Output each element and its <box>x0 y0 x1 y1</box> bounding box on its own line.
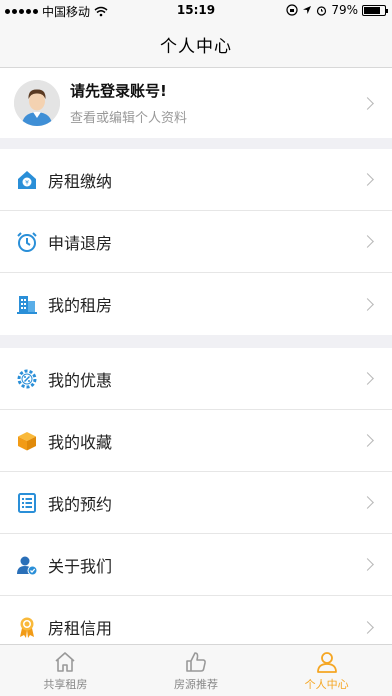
menu-item-discounts[interactable]: 我的优惠 <box>0 348 392 410</box>
menu-item-about-us[interactable]: 关于我们 <box>0 534 392 596</box>
tab-personal-center[interactable]: 个人中心 <box>261 645 392 696</box>
chevron-right-icon <box>361 96 374 110</box>
menu-item-label: 关于我们 <box>48 556 113 576</box>
list-document-icon <box>16 492 38 514</box>
battery-icon <box>362 4 388 16</box>
battery-percent: 79% <box>331 3 358 17</box>
menu-item-label: 我的收藏 <box>48 432 113 452</box>
avatar <box>14 80 60 126</box>
building-icon <box>16 293 38 315</box>
chevron-right-icon <box>361 434 374 447</box>
location-arrow-icon <box>303 6 312 14</box>
chevron-right-icon <box>361 235 374 248</box>
menu-item-label: 我的优惠 <box>48 370 113 390</box>
menu-item-label: 房租信用 <box>48 619 113 638</box>
menu-item-my-rentals[interactable]: 我的租房 <box>0 273 392 335</box>
chevron-right-icon <box>361 558 374 571</box>
tab-label: 共享租房 <box>43 677 88 691</box>
award-badge-icon <box>16 616 38 638</box>
menu-item-rent-payment[interactable]: ¥ 房租缴纳 <box>0 149 392 211</box>
menu-item-appointments[interactable]: 我的预约 <box>0 472 392 534</box>
tab-shared-rental[interactable]: 共享租房 <box>0 645 131 696</box>
alarm-clock-icon <box>16 231 38 253</box>
menu-item-label: 我的预约 <box>48 494 113 514</box>
menu-item-label: 我的租房 <box>48 296 113 315</box>
house-yen-icon: ¥ <box>16 169 38 191</box>
chevron-right-icon <box>361 173 374 186</box>
rotation-lock-icon <box>286 4 298 16</box>
discount-gear-icon <box>16 368 38 390</box>
menu-group-personal: 我的优惠 我的收藏 我的预约 关于我们 房租信用 <box>0 348 392 658</box>
menu-item-checkout[interactable]: 申请退房 <box>0 211 392 273</box>
person-icon <box>316 651 337 673</box>
tab-label: 个人中心 <box>304 677 349 691</box>
profile-row[interactable]: 请先登录账号! 查看或编辑个人资料 <box>0 68 392 138</box>
svg-text:¥: ¥ <box>25 179 29 186</box>
home-icon <box>55 651 75 672</box>
chevron-right-icon <box>361 372 374 385</box>
tab-recommendations[interactable]: 房源推荐 <box>131 645 262 696</box>
user-check-icon <box>16 554 38 576</box>
menu-item-label: 房租缴纳 <box>48 171 113 191</box>
alarm-icon <box>317 5 327 16</box>
tab-bar: 共享租房 房源推荐 个人中心 <box>0 644 392 696</box>
navigation-bar: 个人中心 <box>0 22 392 68</box>
box-icon <box>16 430 38 452</box>
chevron-right-icon <box>361 496 374 509</box>
profile-subtitle: 查看或编辑个人资料 <box>70 111 188 126</box>
menu-item-favorites[interactable]: 我的收藏 <box>0 410 392 472</box>
thumbs-up-icon <box>186 651 206 672</box>
chevron-right-icon <box>361 297 374 311</box>
status-bar: 中国移动 15:19 79% <box>0 0 392 22</box>
menu-group-rent: ¥ 房租缴纳 申请退房 我的租房 <box>0 149 392 335</box>
login-prompt: 请先登录账号! <box>70 82 167 100</box>
chevron-right-icon <box>361 620 374 634</box>
page-title: 个人中心 <box>160 37 232 57</box>
tab-label: 房源推荐 <box>174 677 218 691</box>
menu-item-label: 申请退房 <box>48 233 113 253</box>
